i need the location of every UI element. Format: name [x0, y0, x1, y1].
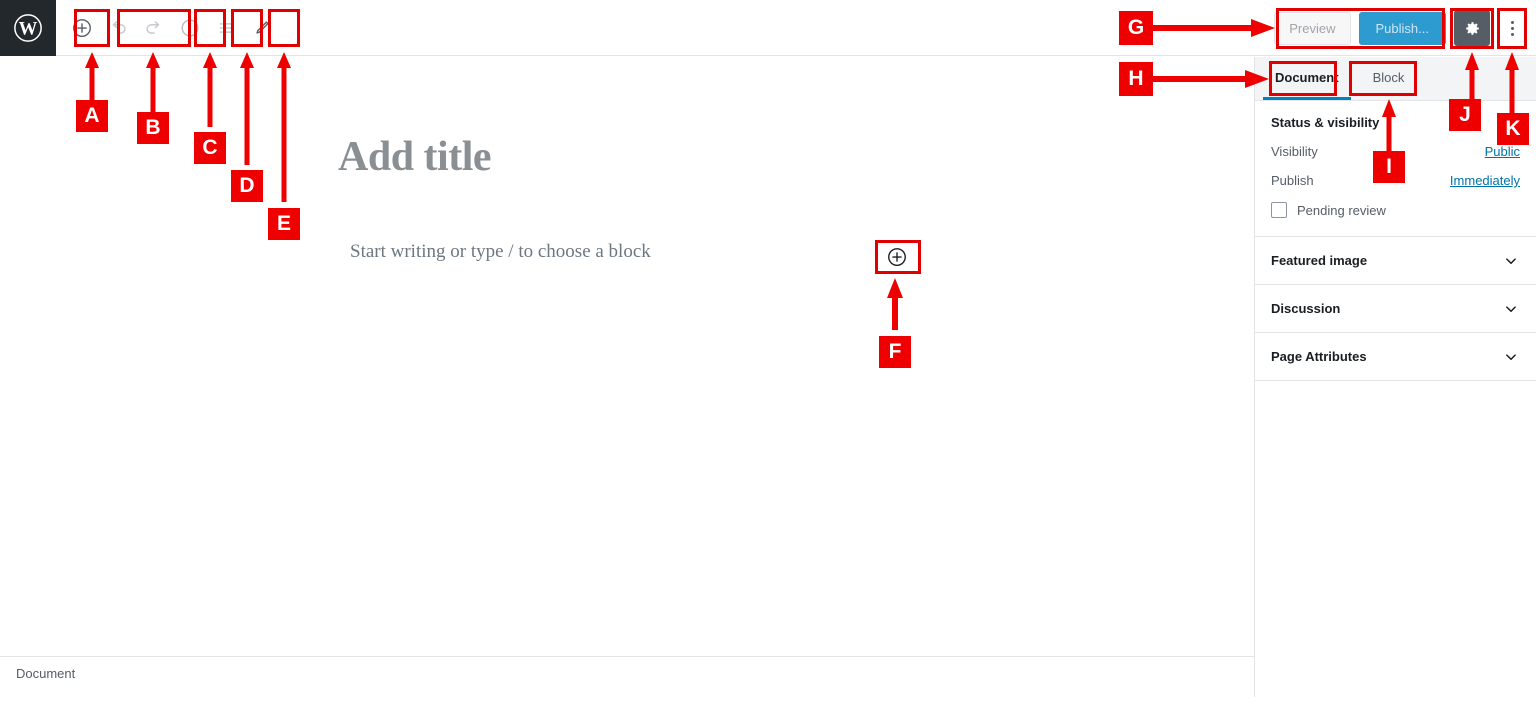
undo-arrow-icon: [112, 21, 126, 34]
panel-discussion-label: Discussion: [1271, 301, 1341, 316]
breadcrumb: Document: [0, 656, 1254, 689]
sidebar-tabs: Document Block: [1255, 57, 1536, 101]
tab-block[interactable]: Block: [1361, 57, 1417, 100]
toolbar-left-group: [64, 0, 280, 56]
status-visibility-title: Status & visibility: [1271, 115, 1380, 130]
settings-gear-button[interactable]: [1454, 10, 1490, 46]
redo-arrow-icon: [146, 21, 160, 34]
tab-document[interactable]: Document: [1263, 57, 1351, 100]
status-visibility-panel: Status & visibility Visibility Public Pu…: [1255, 101, 1536, 237]
kebab-dot: [1510, 32, 1514, 36]
wordpress-block-editor: W Preview Publish... Add title Start wri…: [0, 0, 1536, 722]
content-structure-button[interactable]: [172, 10, 208, 46]
pencil-icon: [256, 21, 269, 34]
block-navigation-button[interactable]: [208, 10, 244, 46]
editor-toolbar: W Preview Publish...: [0, 0, 1536, 56]
editor-canvas: Add title Start writing or type / to cho…: [0, 57, 1254, 689]
block-placeholder-text[interactable]: Start writing or type / to choose a bloc…: [350, 241, 651, 263]
panel-featured-image-label: Featured image: [1271, 253, 1368, 268]
visibility-row: Visibility Public: [1271, 144, 1520, 159]
panel-page-attributes-label: Page Attributes: [1271, 349, 1367, 364]
visibility-value-link[interactable]: Public: [1485, 144, 1520, 159]
panel-discussion[interactable]: Discussion: [1255, 285, 1536, 333]
publish-row: Publish Immediately: [1271, 173, 1520, 188]
pending-review-checkbox[interactable]: [1271, 202, 1287, 218]
post-title-input[interactable]: Add title: [338, 133, 492, 181]
plus-circle-icon: [73, 19, 91, 37]
wordpress-logo-icon[interactable]: W: [0, 0, 56, 56]
info-circle-icon: [181, 19, 199, 37]
chevron-down-icon: [1506, 257, 1516, 264]
publish-button[interactable]: Publish...: [1358, 11, 1446, 45]
undo-button[interactable]: [100, 10, 136, 46]
pending-review-row: Pending review: [1271, 202, 1520, 218]
block-inserter-button[interactable]: [64, 10, 100, 46]
redo-button[interactable]: [136, 10, 172, 46]
chevron-down-icon: [1506, 353, 1516, 360]
inline-block-inserter[interactable]: [881, 241, 913, 273]
edit-mode-button[interactable]: [244, 10, 280, 46]
panel-featured-image[interactable]: Featured image: [1255, 237, 1536, 285]
visibility-label: Visibility: [1271, 144, 1318, 159]
plus-circle-icon: [888, 248, 906, 266]
publish-value-link[interactable]: Immediately: [1450, 173, 1520, 188]
list-view-icon: [219, 23, 233, 33]
kebab-dot: [1510, 26, 1514, 30]
settings-sidebar: Document Block Status & visibility Visib…: [1254, 57, 1536, 697]
kebab-menu-icon: [1510, 20, 1514, 24]
publish-label: Publish: [1271, 173, 1314, 188]
chevron-down-icon: [1506, 305, 1516, 312]
svg-text:W: W: [19, 19, 38, 40]
toolbar-right-group: Preview Publish...: [1274, 0, 1526, 56]
panel-page-attributes[interactable]: Page Attributes: [1255, 333, 1536, 381]
gear-icon: [1465, 21, 1479, 35]
preview-button[interactable]: Preview: [1274, 11, 1351, 45]
more-menu-button[interactable]: [1498, 10, 1526, 46]
breadcrumb-item-document[interactable]: Document: [16, 666, 75, 681]
pending-review-label: Pending review: [1297, 202, 1386, 218]
